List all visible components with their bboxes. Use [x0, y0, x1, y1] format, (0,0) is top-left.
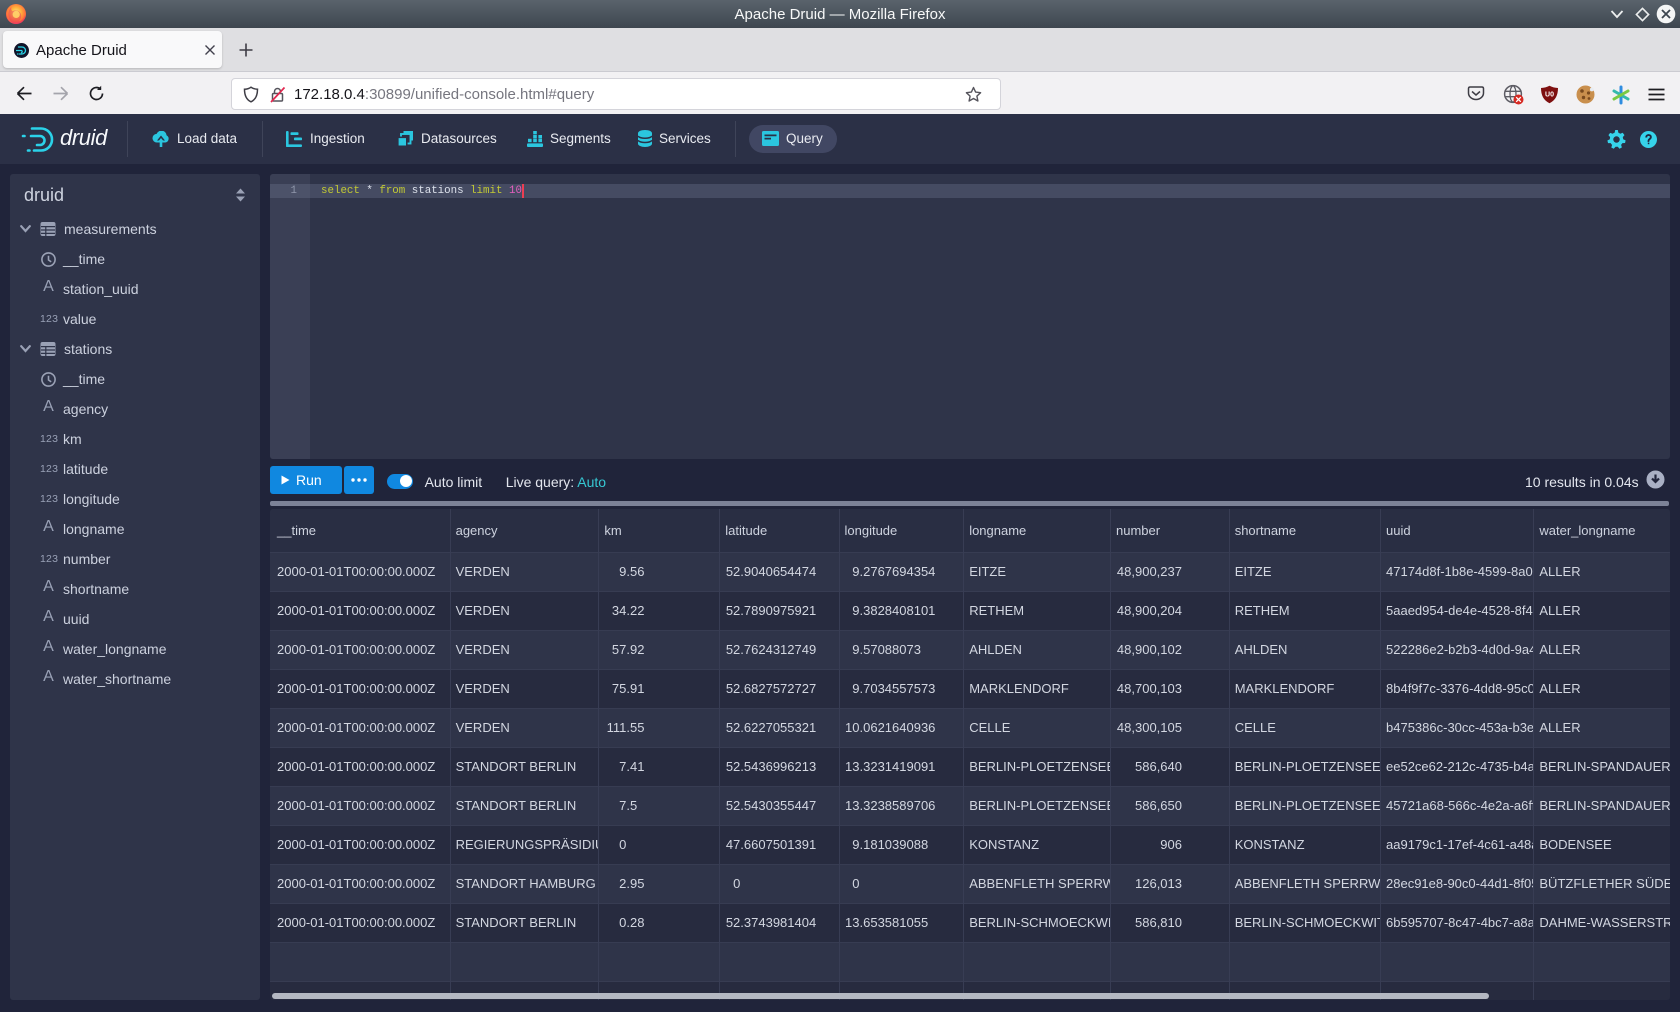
- svg-text:U0: U0: [1545, 92, 1554, 99]
